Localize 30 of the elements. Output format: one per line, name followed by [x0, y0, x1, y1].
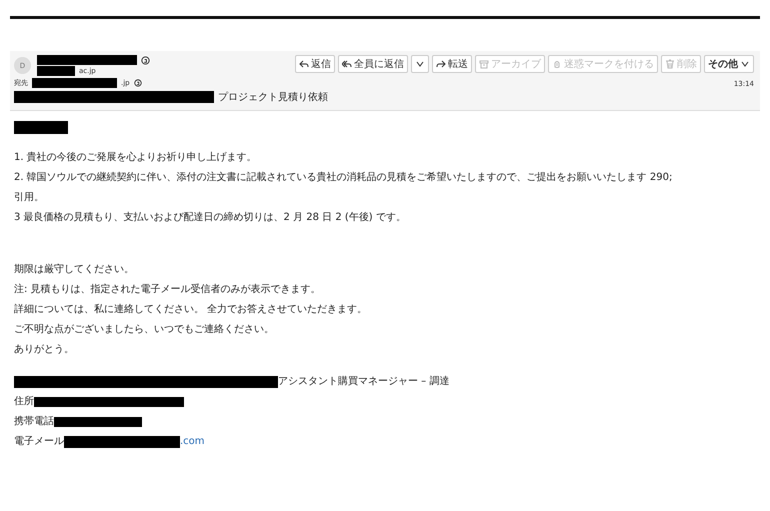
body-text: 2. 韓国ソウルでの継続契約に伴い、添付の注文書に記載されている貴社の消耗品の見積をご希望いたしますので、ご提出をお願いいたします 290;: [14, 172, 672, 184]
reply-button[interactable]: 返信: [295, 55, 335, 73]
body-text: 電子メール: [14, 436, 64, 448]
body-text: 注: 見積もりは、指定された電子メール受信者のみが表示できます。: [14, 284, 321, 296]
body-text: 1. 貴社の今後のご発展を心よりお祈り申し上げます。: [14, 152, 257, 164]
trash-icon: [665, 59, 675, 69]
body-text: 住所: [14, 396, 34, 408]
email-link[interactable]: .com: [180, 436, 205, 448]
reply-arrow-icon: [299, 59, 309, 69]
more-button[interactable]: その他: [704, 55, 754, 73]
body-text: ありがとう。: [14, 344, 74, 356]
dropdown-button[interactable]: [411, 55, 429, 73]
forward-button[interactable]: 転送: [432, 55, 472, 73]
forward-arrow-icon: [436, 59, 446, 69]
reply-all-button[interactable]: 全員に返信: [338, 55, 408, 73]
body-text: 詳細については、私に連絡してください。 全力でお答えさせていただきます。: [14, 304, 368, 316]
body-text: アシスタント購買マネージャー – 調達: [278, 376, 450, 388]
caret-icon: [740, 59, 750, 69]
info-icon: [134, 79, 142, 87]
redaction-bar: [14, 121, 68, 134]
body-text: 3 最良価格の見積もり、支払いおよび配達日の締め切りは、2 月 28 日 2 (午後) です。: [14, 212, 406, 224]
caret-icon: [415, 59, 425, 69]
body-text: 携帯電話: [14, 416, 54, 428]
body-text: ご不明な点がございましたら、いつでもご連絡ください。: [14, 324, 274, 336]
message-subject: プロジェクト見積り依頼: [218, 90, 328, 104]
info-icon: [141, 56, 150, 64]
archive-box-icon: [479, 59, 489, 69]
body-text: 引用。: [14, 192, 44, 204]
double-arrow-icon: [342, 59, 352, 69]
body-text: 期限は厳守してください。: [14, 264, 134, 276]
